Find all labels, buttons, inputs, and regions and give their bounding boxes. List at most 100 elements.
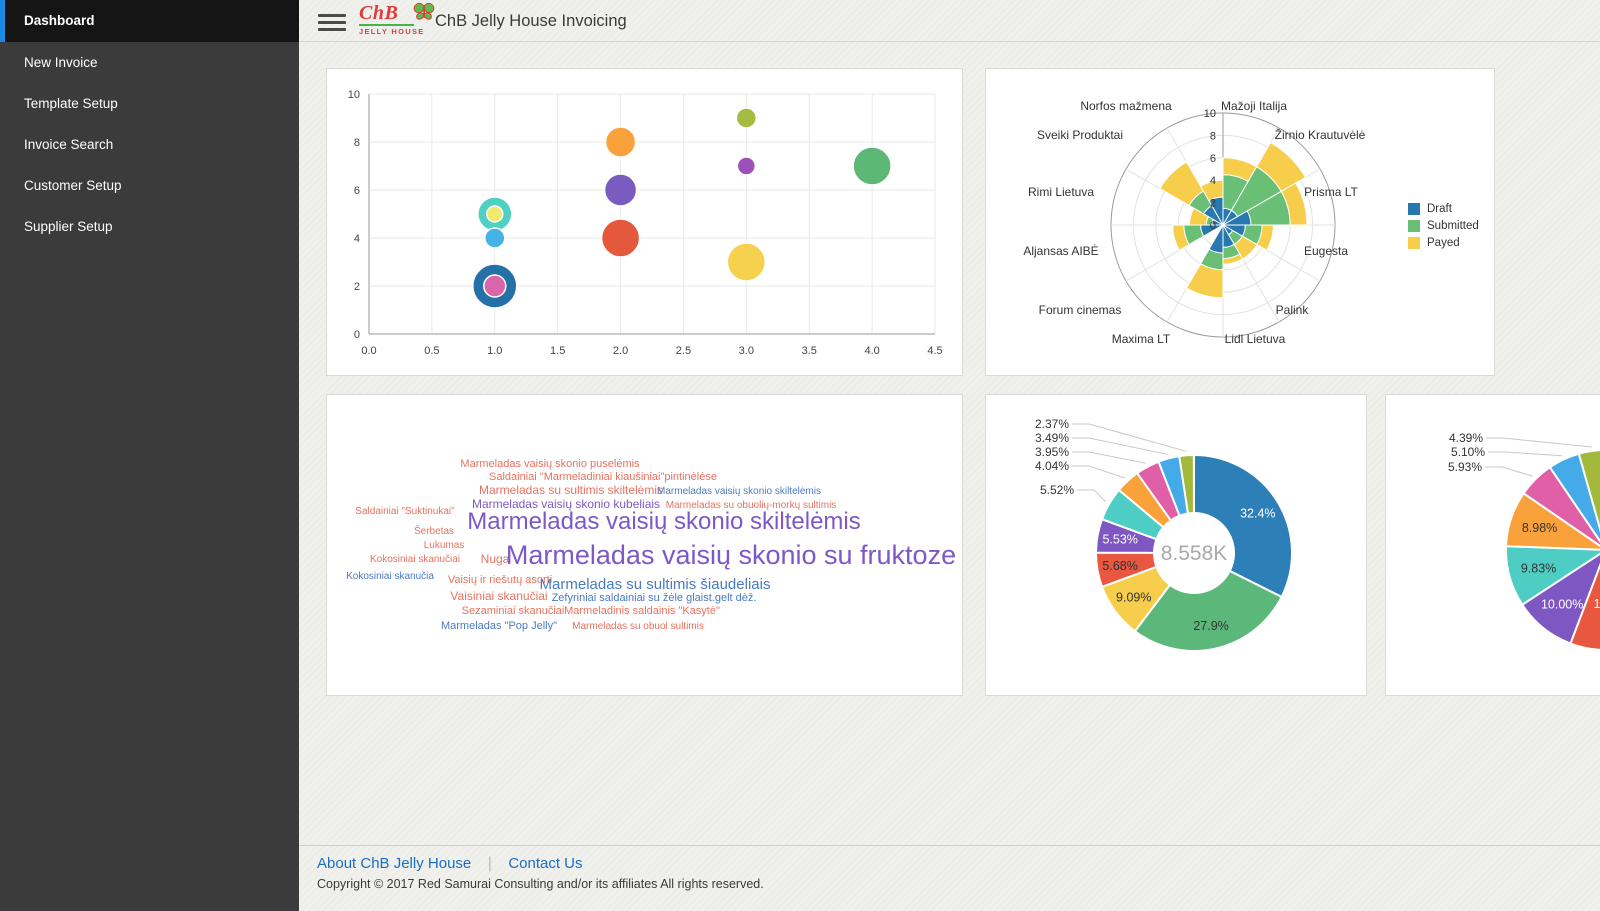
- wordcloud-word: Vaisiniai skanučiai: [450, 590, 547, 602]
- sidebar-item-customer-setup[interactable]: Customer Setup: [0, 165, 299, 206]
- chart-label: 8: [354, 137, 360, 149]
- chart-label: 5.10%: [1451, 445, 1485, 459]
- chart-label: Palink: [1276, 303, 1310, 317]
- logo-text: ChB: [359, 3, 414, 26]
- chart-label: 4.5: [927, 345, 942, 357]
- pie-chart-panel: 4.39%5.10%5.93% 8.98% 9.83% 10.00% 1: [1385, 394, 1600, 696]
- wordcloud-word: Marmeladas su sultimis skiltelėmis: [479, 484, 663, 496]
- wordcloud-word: Marmeladas su sultimis šiaudeliais: [540, 577, 771, 592]
- bubble-point: [484, 275, 506, 297]
- bubble-point: [602, 219, 640, 257]
- bubble-point: [737, 157, 755, 175]
- wordcloud-word: Marmeladas vaisių skonio su fruktoze: [506, 542, 956, 569]
- bubble-point: [606, 127, 636, 157]
- wordcloud-panel: Marmeladas vaisių skonio puselėmis Saldai…: [326, 394, 963, 696]
- chart-label: 5.52%: [1040, 483, 1074, 497]
- chart-label: 9.83%: [1521, 562, 1556, 576]
- chart-label: Norfos mažmena: [1080, 99, 1172, 113]
- wordcloud-word: Marmeladas su obuol sultimis: [572, 622, 704, 632]
- sidebar-nav: DashboardNew InvoiceTemplate SetupInvoic…: [0, 0, 299, 247]
- chart-label: 1.5: [550, 345, 565, 357]
- pie-chart: 4.39%5.10%5.93% 8.98% 9.83% 10.00% 1: [1386, 395, 1600, 695]
- header: ChB JELLY HOUSE ChB Jelly House Invoicin…: [299, 0, 1600, 42]
- chart-label: 5.68%: [1102, 559, 1137, 573]
- wordcloud-word: Zefyriniai saldainiai su žėle glaist.gel…: [552, 593, 757, 604]
- hamburger-menu-icon[interactable]: [318, 14, 346, 35]
- chart-label: 3.5: [802, 345, 817, 357]
- sidebar-item-new-invoice[interactable]: New Invoice: [0, 42, 299, 83]
- chart-label: 4.39%: [1449, 431, 1483, 445]
- chart-label: 10: [348, 89, 360, 101]
- chart-label: Prisma LT: [1304, 185, 1358, 199]
- chart-label: 10.00%: [1541, 598, 1583, 612]
- bubble-point: [605, 174, 637, 206]
- chart-label: 8.98%: [1522, 521, 1557, 535]
- chart-label: Sveiki Produktai: [1037, 128, 1123, 142]
- chart-label: 2: [1210, 198, 1216, 210]
- chart-label: 8.558K: [1161, 542, 1228, 565]
- main-area: ChB JELLY HOUSE ChB Jelly House Invoicin…: [299, 0, 1600, 911]
- chart-label: 32.4%: [1240, 507, 1275, 521]
- chart-label: 0: [1210, 220, 1216, 232]
- chart-label: Mažoji Italija: [1221, 99, 1287, 113]
- donut-chart-panel: 32.4%27.9%9.09%5.68%5.53%5.52%4.04%3.95%…: [985, 394, 1367, 696]
- wordcloud-word: Marmeladas vaisių skonio skiltelėmis: [657, 487, 821, 497]
- chart-label: 3.0: [739, 345, 754, 357]
- polar-chart-panel: DraftSubmittedPayed Mažoji ItalijaŽirnio…: [985, 68, 1495, 376]
- sidebar-item-supplier-setup[interactable]: Supplier Setup: [0, 206, 299, 247]
- chart-label: 1.0: [487, 345, 502, 357]
- wordcloud-word: Marmeladas "Pop Jelly": [441, 621, 557, 632]
- chart-label: Eugesta: [1304, 244, 1348, 258]
- bubble-point: [727, 243, 765, 281]
- chart-label: 0.5: [424, 345, 439, 357]
- chart-label: 3.49%: [1035, 431, 1069, 445]
- chart-label: 6: [1210, 153, 1216, 165]
- chart-label: 0.0: [361, 345, 376, 357]
- logo-subtext: JELLY HOUSE: [359, 27, 437, 36]
- wordcloud-word: Saldainiai "Suktinukai": [355, 507, 454, 517]
- wordcloud-word: Lukumas: [424, 541, 465, 551]
- chart-label: 3.95%: [1035, 445, 1069, 459]
- chart-label: Rimi Lietuva: [1028, 185, 1094, 199]
- about-link[interactable]: About ChB Jelly House: [317, 855, 471, 872]
- footer-separator: |: [488, 855, 492, 872]
- wordcloud-word: Marmeladas vaisių skonio puselėmis: [460, 459, 639, 470]
- sidebar-item-dashboard[interactable]: Dashboard: [0, 0, 299, 42]
- chart-label: 5.93%: [1448, 460, 1482, 474]
- chart-label: 2.37%: [1035, 417, 1069, 431]
- chart-label: 27.9%: [1193, 619, 1228, 633]
- polar-chart: Mažoji ItalijaŽirnio KrautuvėlėPrisma LT…: [986, 69, 1494, 375]
- contact-link[interactable]: Contact Us: [508, 855, 582, 872]
- bubble-point: [485, 228, 505, 248]
- chart-label: 4.0: [864, 345, 879, 357]
- wordcloud-word: Marmeladinis saldainis "Kasytė": [564, 606, 720, 617]
- chart-label: 4: [354, 233, 360, 245]
- chart-label: Maxima LT: [1112, 332, 1171, 346]
- chart-label: 2.0: [613, 345, 628, 357]
- bubble-chart-panel: 0.00.51.01.52.02.53.03.54.04.50246810: [326, 68, 963, 376]
- chart-label: 4.04%: [1035, 459, 1069, 473]
- chart-label: 2: [354, 281, 360, 293]
- bubble-chart: 0.00.51.01.52.02.53.03.54.04.50246810: [327, 69, 962, 375]
- footer-links: About ChB Jelly House | Contact Us: [317, 855, 1600, 873]
- bubble-point: [736, 108, 756, 128]
- sidebar-item-template-setup[interactable]: Template Setup: [0, 83, 299, 124]
- pie-slice: [1194, 455, 1292, 597]
- wordcloud-word: Marmeladas vaisių skonio skiltelėmis: [467, 510, 860, 534]
- chart-label: Lidl Lietuva: [1225, 332, 1286, 346]
- bubble-point: [853, 147, 891, 185]
- bubble-point: [487, 206, 503, 222]
- butterfly-icon: [413, 2, 435, 22]
- chart-label: 10: [1204, 108, 1216, 120]
- chart-label: Aljansas AIBĖ: [1023, 244, 1098, 258]
- wordcloud-word: Sezaminiai skanučiai: [462, 606, 565, 617]
- wordcloud-word: Kokosiniai skanučiai: [370, 555, 460, 565]
- wordcloud-word: Vaisių ir riešutų asorti: [448, 575, 552, 586]
- wordcloud-word: Kokosiniai skanučia: [346, 572, 434, 582]
- chart-label: 0: [354, 329, 360, 341]
- sidebar-item-invoice-search[interactable]: Invoice Search: [0, 124, 299, 165]
- app-logo: ChB JELLY HOUSE: [359, 3, 437, 41]
- donut-chart: 32.4%27.9%9.09%5.68%5.53%5.52%4.04%3.95%…: [986, 395, 1366, 695]
- copyright-text: Copyright © 2017 Red Samurai Consulting …: [317, 877, 1600, 891]
- chart-label: 1: [1594, 597, 1600, 611]
